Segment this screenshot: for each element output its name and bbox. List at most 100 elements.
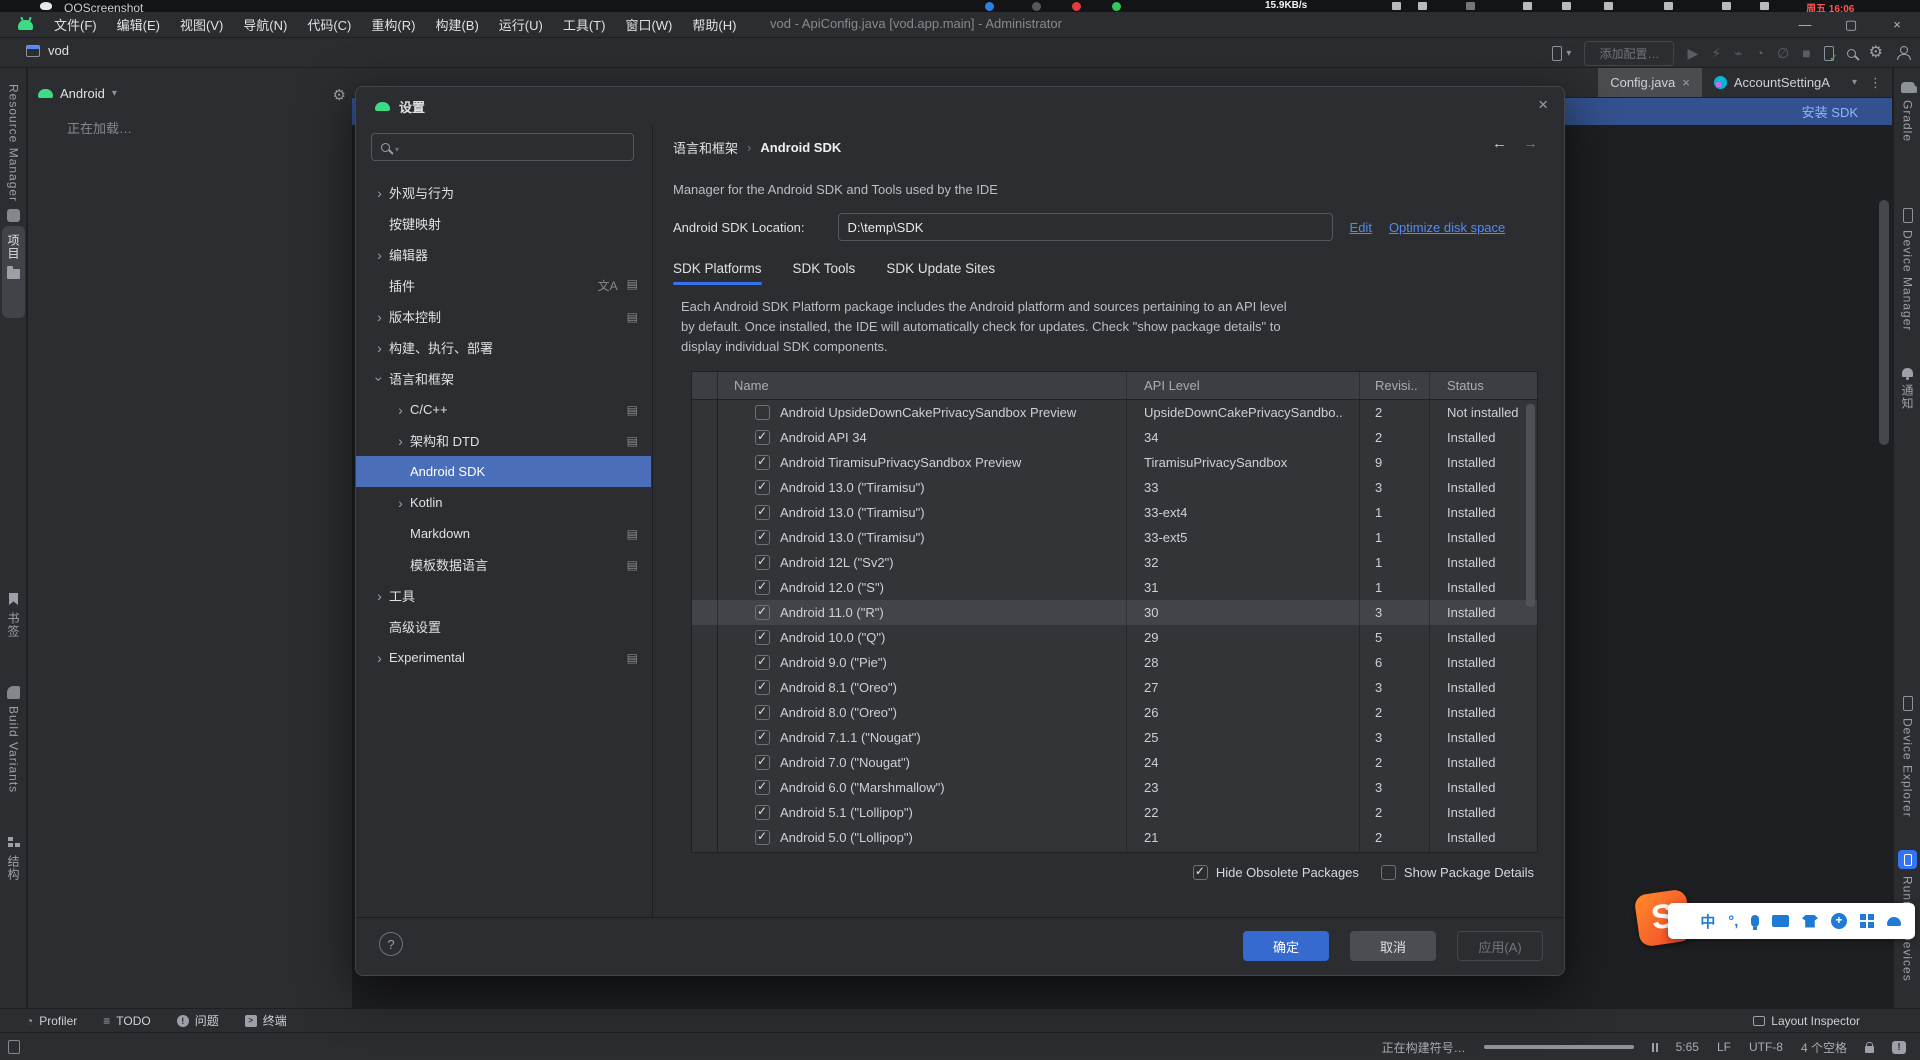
settings-tree-item[interactable]: 插件 文A▤ [356,270,651,301]
chevron-down-icon[interactable]: ▾ [1852,77,1857,88]
settings-tree-item[interactable]: 外观与行为 [356,177,651,208]
table-row[interactable]: Android 13.0 ("Tiramisu") 33-ext4 1 Inst… [692,500,1537,525]
row-checkbox[interactable] [755,705,770,720]
table-row[interactable]: Android API 34 34 2 Installed [692,425,1537,450]
toolwindow-terminal[interactable]: > 终端 [245,1012,287,1029]
minimize-button[interactable]: — [1782,12,1828,38]
indent-setting[interactable]: 4 个空格 [1801,1039,1847,1056]
row-checkbox[interactable] [755,405,770,420]
install-sdk-link[interactable]: 安装 SDK [1802,102,1858,121]
mic-icon[interactable] [1751,915,1759,927]
taskbar-app-icon[interactable] [1032,2,1041,11]
menu-item[interactable]: 窗口(W) [616,12,681,37]
menu-item[interactable]: 运行(U) [490,12,552,37]
ime-bug-icon[interactable] [1887,917,1901,926]
hide-obsolete-checkbox[interactable] [1193,865,1208,880]
row-checkbox[interactable] [755,780,770,795]
menu-item[interactable]: 构建(B) [426,12,487,37]
apply-changes-icon[interactable]: ⚡ [1711,46,1721,60]
debug-icon[interactable]: ⌁ [1734,46,1742,60]
row-checkbox[interactable] [755,830,770,845]
column-header-status[interactable]: Status [1430,372,1523,399]
settings-tree-item[interactable]: 按键映射 [356,208,651,239]
sdk-tab[interactable]: SDK Update Sites [886,255,995,285]
help-button[interactable]: ? [379,932,403,956]
sdk-location-field[interactable]: D:\temp\SDK [838,213,1333,241]
profile-icon[interactable] [1896,46,1910,60]
tray-icon[interactable] [1664,2,1673,10]
device-manager-icon[interactable] [1824,46,1834,61]
ime-chinese-mode-icon[interactable]: 中 [1700,911,1715,932]
tray-icon[interactable] [1760,2,1769,10]
toolwindow-problems[interactable]: ! 问题 [177,1012,219,1029]
breadcrumb-parent[interactable]: 语言和框架 [673,138,738,157]
search-icon[interactable] [1847,49,1856,58]
row-checkbox[interactable] [755,530,770,545]
row-checkbox[interactable] [755,680,770,695]
settings-tree-item[interactable]: Android SDK [356,456,651,487]
table-scrollbar[interactable] [1526,404,1535,607]
editor-tab-apiconfig[interactable]: Config.java × [1598,68,1702,97]
forward-arrow-icon[interactable]: → [1523,135,1538,152]
menu-item[interactable]: 视图(V) [171,12,232,37]
edit-link[interactable]: Edit [1350,220,1372,235]
settings-search-input[interactable]: ▾ [371,133,634,161]
row-checkbox[interactable] [755,580,770,595]
menu-item[interactable]: 导航(N) [234,12,296,37]
stripe-device-explorer[interactable]: Device Explorer [1894,696,1920,818]
keyboard-icon[interactable] [1772,915,1789,927]
file-encoding[interactable]: UTF-8 [1749,1040,1783,1054]
profiler-icon[interactable]: ◔ [1756,46,1764,60]
taskbar-app-icon[interactable] [985,2,994,11]
settings-tree-item[interactable]: 高级设置 [356,611,651,642]
settings-tree-item[interactable]: 编辑器 [356,239,651,270]
settings-tree-item[interactable]: 架构和 DTD ▤ [356,425,651,456]
settings-tree-item[interactable]: Kotlin [356,487,651,518]
table-row[interactable]: Android 13.0 ("Tiramisu") 33 3 Installed [692,475,1537,500]
caret-position[interactable]: 5:65 [1676,1040,1699,1054]
toolwindow-profiler[interactable]: ◔ Profiler [26,1014,77,1028]
settings-tree-item[interactable]: Experimental ▤ [356,642,651,673]
stripe-structure[interactable]: 结构 [0,836,27,881]
settings-tree-item[interactable]: 语言和框架 [356,363,651,394]
row-checkbox[interactable] [755,505,770,520]
row-checkbox[interactable] [755,655,770,670]
cancel-button[interactable]: 取消 [1350,931,1436,961]
menu-item[interactable]: 重构(R) [362,12,424,37]
row-checkbox[interactable] [755,430,770,445]
table-row[interactable]: Android 12.0 ("S") 31 1 Installed [692,575,1537,600]
pause-build-icon[interactable] [1652,1043,1658,1052]
ime-game-icon[interactable]: + [1831,913,1847,929]
stripe-gradle[interactable]: Gradle [1894,82,1920,142]
settings-tree-item[interactable]: 版本控制 ▤ [356,301,651,332]
line-ending[interactable]: LF [1717,1040,1731,1054]
table-row[interactable] [692,850,1537,853]
settings-tree-item[interactable]: 构建、执行、部署 [356,332,651,363]
project-widget[interactable]: vod [26,43,69,58]
column-header-api-level[interactable]: API Level [1127,372,1360,399]
tray-icon[interactable] [1466,2,1475,10]
toolwindow-layout-inspector[interactable]: Layout Inspector [1753,1014,1860,1028]
editor-tab-accountsetting[interactable]: AccountSettingA [1702,68,1842,97]
settings-gear-icon[interactable]: ⚙ [1869,45,1883,61]
ide-status-icon[interactable] [8,1040,20,1054]
row-checkbox[interactable] [755,605,770,620]
tray-icon[interactable] [1604,2,1613,10]
stop-button[interactable]: ■ [1802,46,1810,60]
tray-icon[interactable] [1392,2,1401,10]
row-checkbox[interactable] [755,805,770,820]
stripe-build-variants[interactable]: Build Variants [0,686,27,793]
table-row[interactable]: Android 5.0 ("Lollipop") 21 2 Installed [692,825,1537,850]
tray-icon[interactable] [1562,2,1571,10]
coverage-icon[interactable]: ∅ [1777,46,1789,60]
table-row[interactable]: Android 11.0 ("R") 30 3 Installed [692,600,1537,625]
tray-icon[interactable] [1418,2,1427,10]
more-options-kebab-icon[interactable]: ⋮ [1869,75,1882,91]
ok-button[interactable]: 确定 [1243,931,1329,961]
row-checkbox[interactable] [755,480,770,495]
tray-icon[interactable] [1523,2,1532,10]
run-button[interactable]: ▶ [1687,46,1698,60]
row-checkbox[interactable] [755,730,770,745]
table-row[interactable]: Android UpsideDownCakePrivacySandbox Pre… [692,400,1537,425]
ime-punctuation-icon[interactable]: °, [1728,913,1738,930]
